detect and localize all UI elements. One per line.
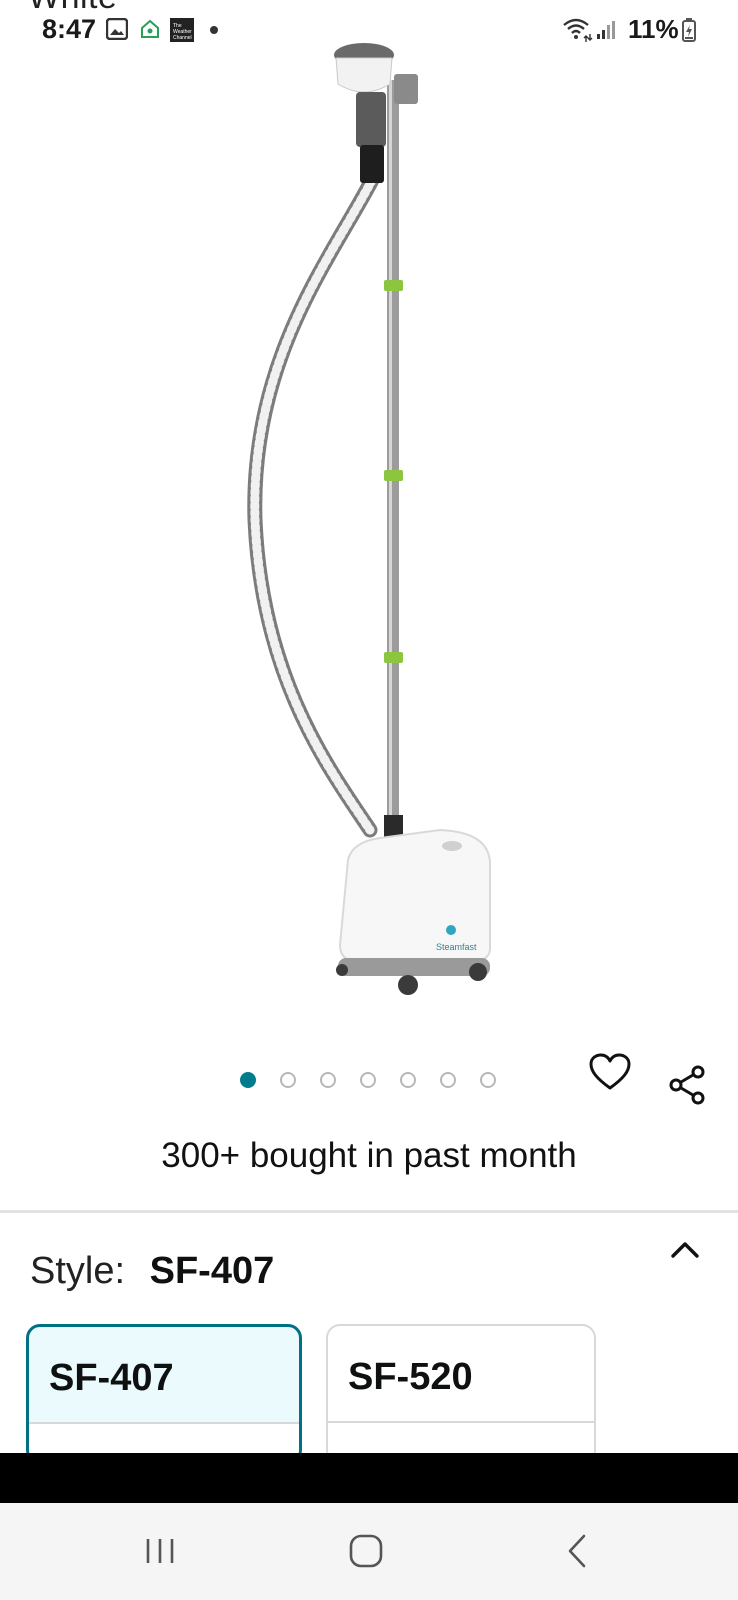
product-image[interactable]: Steamfast [0,30,738,1030]
style-option-sf-520[interactable]: SF-520 [326,1324,596,1464]
status-bar: 8:47 The Weather Channel 11% [0,0,738,58]
smart-home-icon [141,19,159,38]
chevron-up-icon[interactable] [668,1236,702,1264]
wifi-icon [563,18,593,42]
style-selector-header: Style: SF-407 [30,1250,274,1293]
style-label: Style: [30,1250,126,1292]
gallery-icon [106,18,128,40]
system-navigation-bar [0,1503,738,1600]
battery-percent: 11% [628,14,679,44]
carousel-dot-4[interactable] [360,1072,376,1088]
carousel-dot-5[interactable] [400,1072,416,1088]
style-option-label: SF-407 [49,1357,174,1399]
home-icon[interactable] [348,1533,384,1569]
style-selected-value: SF-407 [149,1250,275,1292]
carousel-dot-7[interactable] [480,1072,496,1088]
wishlist-heart-icon[interactable] [588,1052,632,1092]
carousel-dot-3[interactable] [320,1072,336,1088]
clock: 8:47 [42,14,97,44]
brand-logo-text: Steamfast [436,942,477,952]
battery-charging-icon [682,18,696,42]
carousel-dot-2[interactable] [280,1072,296,1088]
carousel-dot-6[interactable] [440,1072,456,1088]
screen-black-band [0,1453,738,1503]
notification-dot-icon [210,26,218,34]
style-option-label: SF-520 [348,1356,473,1398]
section-divider [0,1210,738,1213]
signal-icon [597,21,615,39]
weather-channel-icon: The Weather Channel [170,18,194,42]
back-icon[interactable] [560,1533,596,1569]
recent-apps-icon[interactable] [142,1533,178,1569]
style-option-sf-407[interactable]: SF-407 [26,1324,302,1464]
share-icon[interactable] [666,1064,708,1106]
bought-in-past-month-text: 300+ bought in past month [161,1136,577,1175]
svg-text:Channel: Channel [173,35,192,41]
carousel-dot-1[interactable] [240,1072,256,1088]
